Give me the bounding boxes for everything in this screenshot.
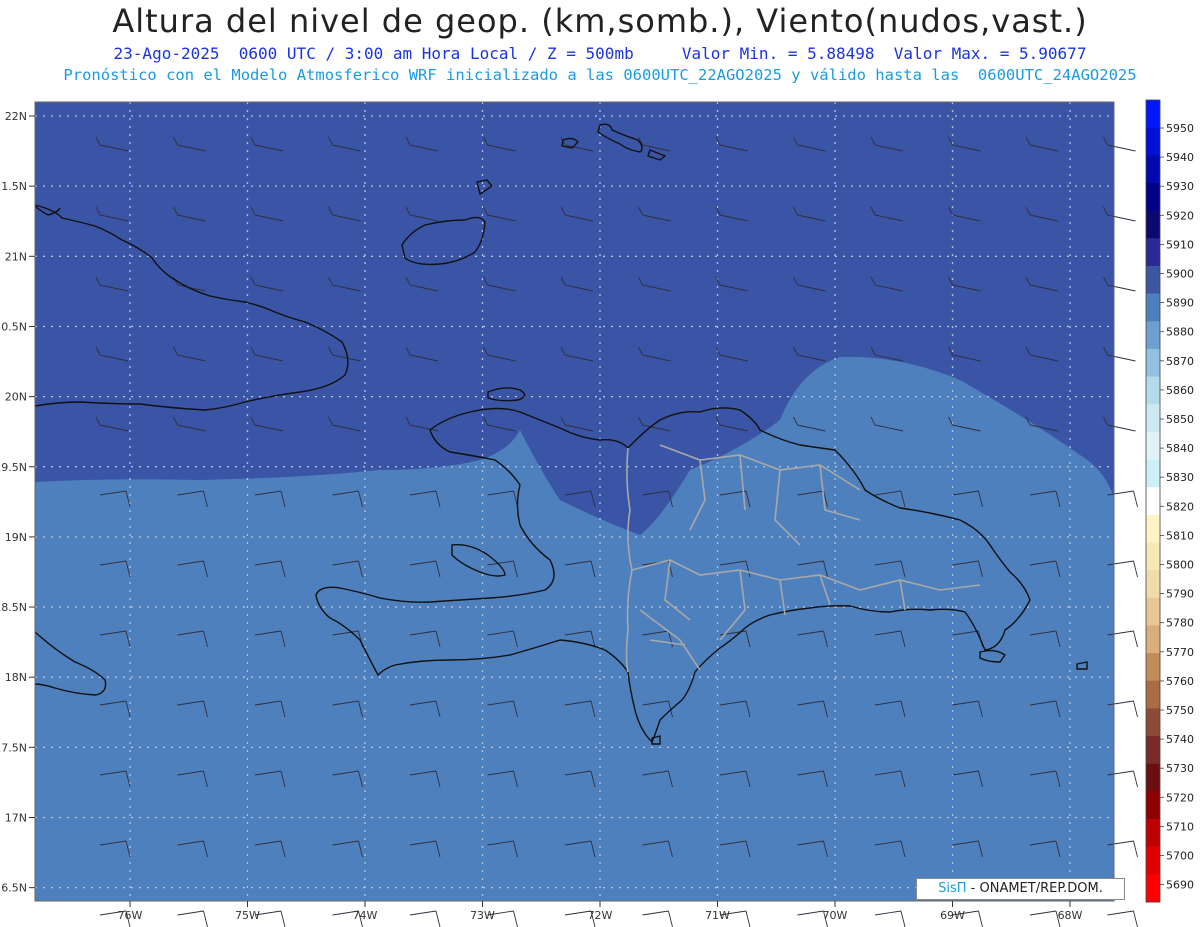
colorbar-label: 5730 — [1166, 762, 1194, 775]
colorbar-swatch — [1146, 819, 1160, 848]
colorbar-swatch — [1146, 376, 1160, 405]
wind-barb — [874, 910, 906, 927]
lat-label: 19N — [5, 531, 27, 544]
colorbar-swatch — [1146, 487, 1160, 516]
colorbar-label: 5750 — [1166, 704, 1194, 717]
colorbar-swatch — [1146, 293, 1160, 322]
lat-label: 21.5N — [0, 180, 27, 193]
lon-label: 74W — [353, 909, 378, 922]
colorbar-label: 5890 — [1166, 297, 1194, 310]
lat-label: 20N — [5, 391, 27, 404]
lat-label: 22N — [5, 110, 27, 123]
lat-label: 17N — [5, 812, 27, 825]
lat-label: 19.5N — [0, 461, 27, 474]
colorbar-swatch — [1146, 514, 1160, 543]
wind-barb — [409, 910, 441, 927]
lon-label: 75W — [235, 909, 260, 922]
colorbar-label: 5710 — [1166, 820, 1194, 833]
forecast-map: 22N 21.5N 21N 20.5N 20N 19.5N 19N 18.5N 18N 17.5N… — [0, 99, 1194, 927]
colorbar-label: 5930 — [1166, 180, 1194, 193]
colorbar-label: 5910 — [1166, 238, 1194, 251]
colorbar-label: 5950 — [1166, 122, 1194, 135]
wind-barb — [1107, 910, 1138, 927]
colorbar-swatch — [1146, 348, 1160, 377]
colorbar-label: 5720 — [1166, 791, 1194, 804]
colorbar-swatch — [1146, 321, 1160, 350]
colorbar-label: 5850 — [1166, 413, 1194, 426]
lon-label: 72W — [588, 909, 613, 922]
lon-label: 71W — [705, 909, 730, 922]
colorbar-label: 5820 — [1166, 500, 1194, 513]
colorbar-swatch — [1146, 182, 1160, 212]
lat-label: 16.5N — [0, 882, 27, 895]
colorbar-swatch — [1146, 100, 1160, 129]
lat-label: 18.5N — [0, 601, 27, 614]
colorbar-label: 5800 — [1166, 559, 1194, 572]
colorbar-swatch — [1146, 874, 1160, 903]
colorbar-label: 5880 — [1166, 326, 1194, 339]
colorbar-label: 5840 — [1166, 442, 1194, 455]
wind-barb — [1029, 910, 1061, 927]
colorbar-label: 5740 — [1166, 733, 1194, 746]
colorbar-swatch — [1146, 625, 1160, 654]
lat-label: 21N — [5, 250, 27, 263]
colorbar-label: 5810 — [1166, 529, 1194, 542]
colorbar-swatch — [1146, 597, 1160, 626]
lon-label: 76W — [118, 909, 143, 922]
geopotential-fill — [35, 102, 1114, 902]
colorbar: 5950 5940 5930 5920 5910 5900 5890 5880 5870 5860… — [1145, 99, 1194, 903]
credit-box: SisΠ - ONAMET/REP.DOM. — [916, 878, 1125, 900]
colorbar-label: 5920 — [1166, 209, 1194, 222]
colorbar-label: 5690 — [1166, 879, 1194, 892]
colorbar-swatch — [1146, 265, 1160, 294]
colorbar-swatch — [1146, 210, 1160, 239]
colorbar-label: 5790 — [1166, 588, 1194, 601]
colorbar-swatch — [1146, 791, 1160, 820]
latitude-labels: 22N 21.5N 21N 20.5N 20N 19.5N 19N 18.5N 18N 17.5N… — [0, 110, 35, 895]
colorbar-swatch — [1146, 736, 1160, 765]
colorbar-label: 5760 — [1166, 675, 1194, 688]
colorbar-label: 5780 — [1166, 617, 1194, 630]
colorbar-label: 5830 — [1166, 471, 1194, 484]
colorbar-swatch — [1146, 653, 1160, 682]
colorbar-swatch — [1146, 680, 1160, 709]
sispi-logo: SisΠ — [938, 881, 967, 896]
colorbar-label: 5900 — [1166, 268, 1194, 281]
credit-text: - ONAMET/REP.DOM. — [966, 881, 1103, 896]
wind-barb — [177, 910, 208, 927]
colorbar-swatch — [1146, 238, 1160, 267]
lon-label: 69W — [940, 909, 965, 922]
colorbar-label: 5700 — [1166, 850, 1194, 863]
colorbar-label: 5870 — [1166, 355, 1194, 368]
colorbar-swatch — [1146, 404, 1160, 433]
lon-label: 73W — [470, 909, 495, 922]
colorbar-swatch — [1146, 763, 1160, 792]
colorbar-swatch — [1146, 542, 1160, 571]
colorbar-swatch — [1146, 459, 1160, 488]
colorbar-label: 5860 — [1166, 384, 1194, 397]
colorbar-swatch — [1146, 708, 1160, 737]
wind-barb — [642, 910, 673, 927]
longitude-labels: 76W 75W 74W 73W 72W 71W 70W 69W 68W — [118, 901, 1083, 922]
colorbar-label: 5770 — [1166, 646, 1194, 659]
lat-label: 20.5N — [0, 320, 27, 333]
lat-label: 18N — [5, 671, 27, 684]
colorbar-swatch — [1146, 431, 1160, 460]
colorbar-swatch — [1146, 570, 1160, 599]
lon-label: 70W — [823, 909, 848, 922]
colorbar-swatch — [1146, 155, 1160, 184]
lat-label: 17.5N — [0, 741, 27, 754]
colorbar-swatch — [1146, 127, 1160, 156]
colorbar-swatch — [1146, 846, 1160, 875]
lon-label: 68W — [1058, 909, 1083, 922]
colorbar-label: 5940 — [1166, 151, 1194, 164]
